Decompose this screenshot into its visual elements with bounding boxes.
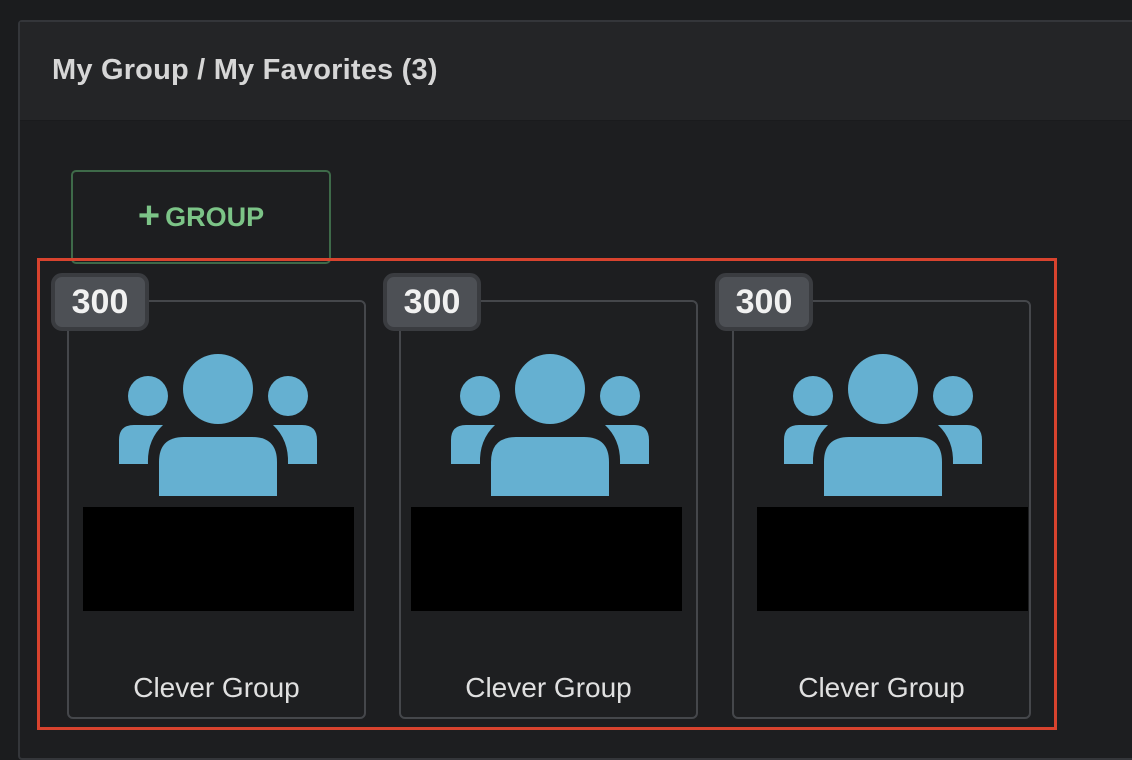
group-icon	[119, 354, 317, 496]
group-name: Clever Group	[465, 672, 632, 703]
group-name: Clever Group	[133, 672, 300, 703]
group-icon	[451, 354, 649, 496]
group-card[interactable]: Clever Group	[399, 300, 698, 719]
redacted-region	[411, 507, 682, 611]
redacted-region	[83, 507, 354, 611]
panel-title: My Group / My Favorites (3)	[52, 54, 438, 86]
member-count-badge: 300	[715, 273, 813, 331]
member-count-badge: 300	[383, 273, 481, 331]
add-group-label: GROUP	[165, 201, 265, 232]
panel-header: My Group / My Favorites (3)	[20, 22, 1132, 121]
group-name: Clever Group	[798, 672, 965, 703]
redacted-region	[757, 507, 1028, 611]
group-card[interactable]: Clever Group	[732, 300, 1031, 719]
group-card[interactable]: Clever Group	[67, 300, 366, 719]
plus-icon: +	[137, 195, 161, 237]
group-icon	[784, 354, 982, 496]
add-group-button[interactable]: + GROUP	[71, 170, 331, 264]
member-count-badge: 300	[51, 273, 149, 331]
